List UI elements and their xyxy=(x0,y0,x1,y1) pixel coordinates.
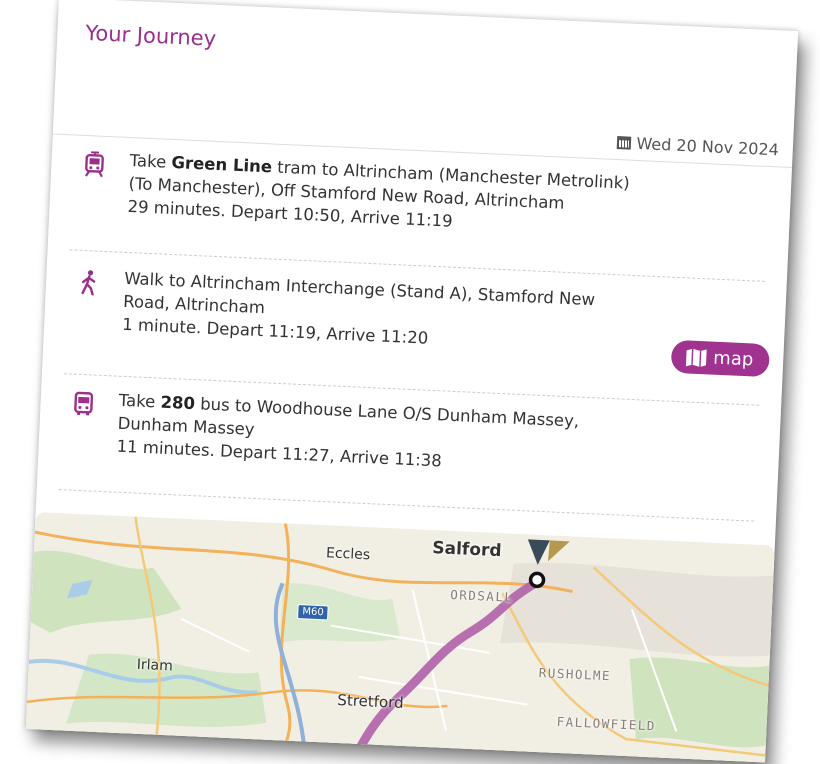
leg-route: 280 xyxy=(160,392,196,414)
leg-route: Green Line xyxy=(171,152,273,177)
journey-date: Wed 20 Nov 2024 xyxy=(616,133,779,159)
leg-description: Walk to Altrincham Interchange (Stand A)… xyxy=(122,267,754,365)
journey-leg-tram: Take Green Line tram to Altrincham (Manc… xyxy=(69,146,770,282)
bus-icon xyxy=(74,391,94,416)
journey-card: Your Journey Wed 20 Nov 2024 Take Green … xyxy=(25,0,799,763)
journey-date-label: Wed 20 Nov 2024 xyxy=(636,133,780,160)
map-button-label: map xyxy=(712,347,754,371)
route-map[interactable]: Eccles Salford ORDSALL M60 Irlam RUSHOLM… xyxy=(25,512,775,763)
map-label-salford: Salford xyxy=(431,538,502,562)
leg-divider xyxy=(58,489,754,522)
map-label-ordsall: ORDSALL xyxy=(449,586,514,605)
leg-description: Take Green Line tram to Altrincham (Manc… xyxy=(127,149,759,247)
calendar-icon xyxy=(616,136,631,150)
tram-icon xyxy=(85,151,104,178)
map-button[interactable]: map xyxy=(670,339,770,378)
map-label-stretford: Stretford xyxy=(337,690,404,712)
map-label-irlam: Irlam xyxy=(136,656,174,675)
screenshot-stage: Your Journey Wed 20 Nov 2024 Take Green … xyxy=(0,0,820,764)
journey-leg-bus: Take 280 bus to Woodhouse Lane O/S Dunha… xyxy=(58,386,759,522)
leg-prefix: Take xyxy=(118,390,161,412)
map-label-eccles: Eccles xyxy=(325,545,371,564)
leg-description: Take 280 bus to Woodhouse Lane O/S Dunha… xyxy=(116,389,748,487)
map-label-rusholme: RUSHOLME xyxy=(538,665,612,684)
map-canvas xyxy=(25,512,775,763)
map-icon xyxy=(685,348,707,367)
leg-prefix: Take xyxy=(129,150,172,172)
motorway-badge-m60: M60 xyxy=(297,604,330,621)
page-title: Your Journey xyxy=(84,20,217,51)
walk-icon xyxy=(81,270,96,296)
journey-leg-walk: Walk to Altrincham Interchange (Stand A)… xyxy=(63,264,764,406)
